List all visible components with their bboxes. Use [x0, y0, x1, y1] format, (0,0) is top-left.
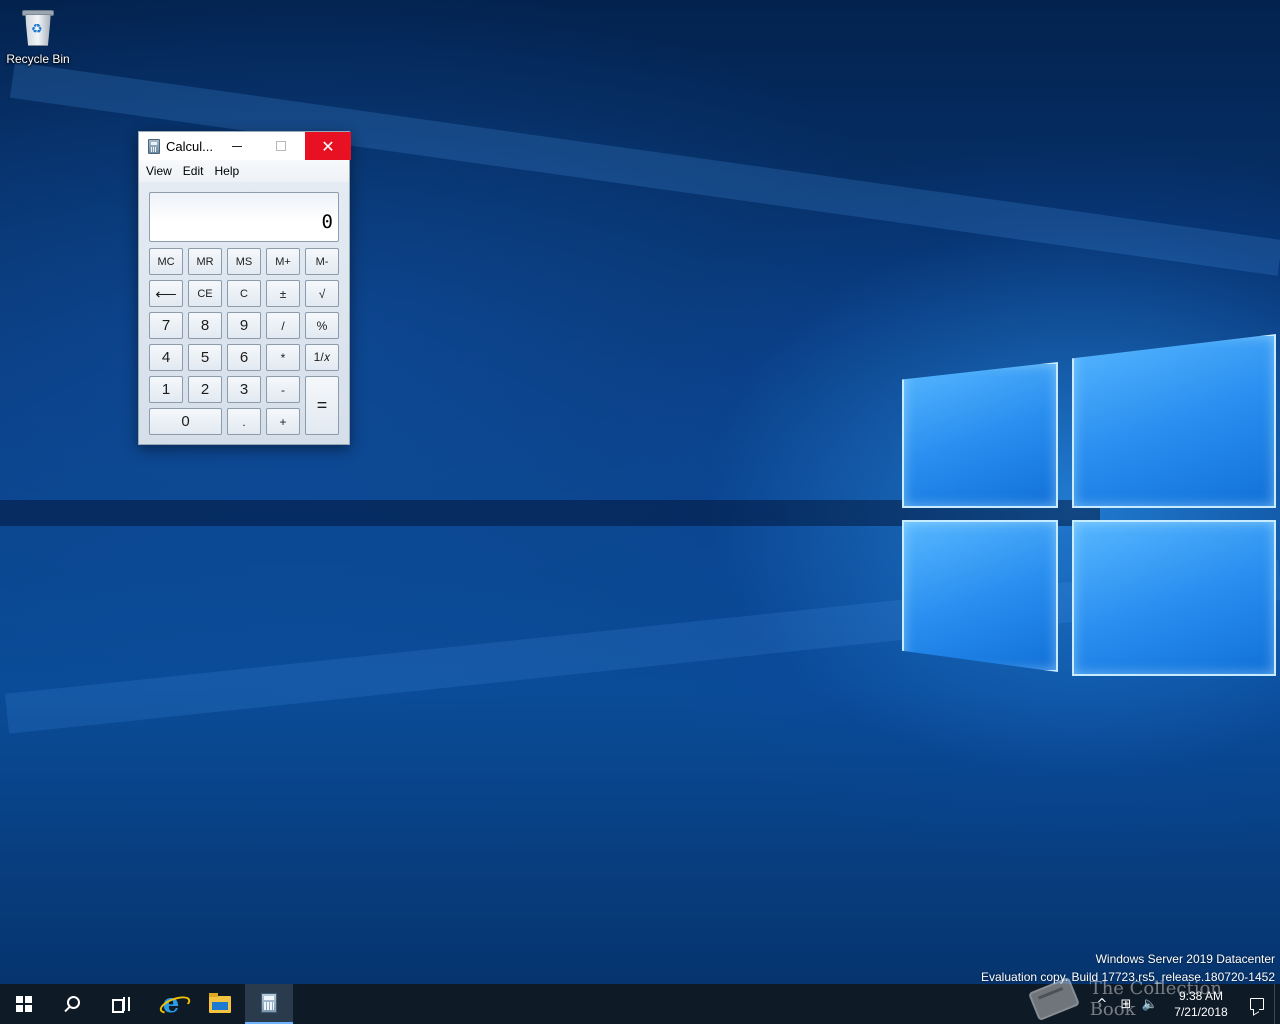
digit-5-button[interactable]: 5 — [188, 344, 222, 371]
minimize-button[interactable] — [215, 132, 259, 160]
action-center-button[interactable] — [1240, 984, 1274, 1024]
os-edition-text: Windows Server 2019 Datacenter — [1095, 952, 1275, 966]
desktop-icon-recycle-bin[interactable]: ♻ Recycle Bin — [4, 6, 72, 76]
title-bar[interactable]: Calcul... ✕ — [139, 132, 351, 160]
volume-icon[interactable]: 🔈 — [1138, 997, 1162, 1012]
clear-entry-button[interactable]: CE — [188, 280, 222, 307]
display-value: 0 — [321, 211, 333, 233]
negate-button[interactable]: ± — [266, 280, 300, 307]
digit-2-button[interactable]: 2 — [188, 376, 222, 403]
memory-subtract-button[interactable]: M- — [305, 248, 339, 275]
desktop-icon-label: Recycle Bin — [6, 52, 70, 66]
windows-logo-pane — [1072, 520, 1276, 676]
memory-store-button[interactable]: MS — [227, 248, 261, 275]
start-button[interactable] — [0, 984, 48, 1024]
maximize-icon — [276, 141, 286, 151]
show-hidden-icons-chevron-icon[interactable]: ^ — [1090, 997, 1114, 1012]
search-button[interactable] — [48, 984, 96, 1024]
clock-date: 7/21/2018 — [1174, 1005, 1228, 1019]
digit-6-button[interactable]: 6 — [227, 344, 261, 371]
digit-8-button[interactable]: 8 — [188, 312, 222, 339]
windows-logo-pane — [1072, 334, 1276, 508]
calculator-app-icon[interactable] — [148, 138, 160, 154]
internet-explorer-icon: e — [162, 989, 180, 1019]
taskbar: e ^ ⊞ 🔈 9:38 AM 7/21/2018 — [0, 984, 1280, 1024]
subtract-button[interactable]: - — [266, 376, 300, 403]
notification-icon — [1250, 998, 1264, 1010]
digit-9-button[interactable]: 9 — [227, 312, 261, 339]
search-icon — [67, 996, 80, 1009]
menu-edit[interactable]: Edit — [179, 164, 208, 178]
digit-1-button[interactable]: 1 — [149, 376, 183, 403]
maximize-button — [259, 132, 303, 160]
system-tray: ^ ⊞ 🔈 9:38 AM 7/21/2018 — [1090, 984, 1280, 1024]
memory-clear-button[interactable]: MC — [149, 248, 183, 275]
network-icon[interactable]: ⊞ — [1114, 997, 1138, 1012]
divide-button[interactable]: / — [266, 312, 300, 339]
file-explorer-icon — [209, 992, 231, 1013]
digit-3-button[interactable]: 3 — [227, 376, 261, 403]
equals-button[interactable]: = — [305, 376, 339, 435]
reciprocal-button[interactable]: 1/𝑥 — [305, 344, 339, 371]
recycle-bin-icon: ♻ — [20, 8, 56, 48]
calculator-body: 0 MC MR MS M+ M- ⟵ CE C ± √ 7 8 9 / % 4 … — [139, 182, 349, 444]
percent-button[interactable]: % — [305, 312, 339, 339]
windows-logo-pane — [902, 520, 1058, 672]
close-button[interactable]: ✕ — [305, 132, 351, 160]
square-root-button[interactable]: √ — [305, 280, 339, 307]
menu-help[interactable]: Help — [210, 164, 243, 178]
clock-time: 9:38 AM — [1178, 989, 1224, 1003]
window-title: Calcul... — [166, 138, 213, 154]
calculator-taskbar-button[interactable] — [245, 984, 293, 1024]
decimal-button[interactable]: . — [227, 408, 261, 435]
minimize-icon — [232, 145, 242, 147]
windows-logo-pane — [902, 362, 1058, 508]
task-view-button[interactable] — [96, 984, 144, 1024]
os-watermark: Windows Server 2019 Datacenter Evaluatio… — [981, 950, 1275, 986]
calculator-icon — [261, 993, 277, 1013]
close-icon: ✕ — [321, 136, 335, 156]
memory-recall-button[interactable]: MR — [188, 248, 222, 275]
calculator-display: 0 — [149, 192, 339, 242]
clock[interactable]: 9:38 AM 7/21/2018 — [1162, 988, 1240, 1020]
digit-7-button[interactable]: 7 — [149, 312, 183, 339]
menu-bar: View Edit Help — [139, 160, 349, 182]
show-desktop-button[interactable] — [1274, 984, 1280, 1024]
add-button[interactable]: + — [266, 408, 300, 435]
internet-explorer-button[interactable]: e — [147, 984, 195, 1024]
digit-0-button[interactable]: 0 — [149, 408, 222, 435]
digit-4-button[interactable]: 4 — [149, 344, 183, 371]
clear-button[interactable]: C — [227, 280, 261, 307]
task-view-icon — [112, 997, 130, 1013]
calculator-window[interactable]: Calcul... ✕ View Edit Help 0 MC MR MS M+… — [138, 131, 351, 445]
multiply-button[interactable]: * — [266, 344, 300, 371]
memory-add-button[interactable]: M+ — [266, 248, 300, 275]
menu-view[interactable]: View — [142, 164, 176, 178]
backspace-button[interactable]: ⟵ — [149, 280, 183, 307]
start-icon — [16, 996, 32, 1012]
file-explorer-button[interactable] — [196, 984, 244, 1024]
